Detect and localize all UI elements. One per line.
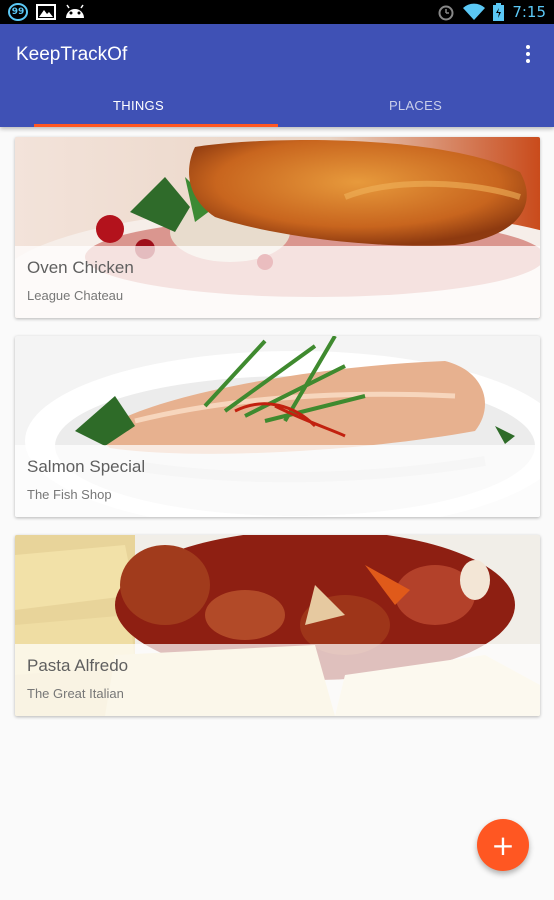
tab-things[interactable]: THINGS bbox=[0, 84, 277, 127]
item-caption: Pasta Alfredo The Great Italian bbox=[15, 644, 540, 716]
tab-places[interactable]: PLACES bbox=[277, 84, 554, 127]
list-item[interactable]: Salmon Special The Fish Shop bbox=[15, 336, 540, 517]
item-name: Pasta Alfredo bbox=[27, 656, 129, 675]
item-caption: Salmon Special The Fish Shop bbox=[15, 445, 540, 517]
battery-icon bbox=[493, 3, 505, 21]
tab-bar: THINGS PLACES bbox=[0, 84, 554, 127]
things-list: Oven Chicken League Chateau Salmon Speci… bbox=[15, 137, 540, 734]
item-name: Oven Chicken bbox=[27, 258, 134, 277]
overflow-menu-icon[interactable] bbox=[516, 40, 540, 68]
list-item[interactable]: Pasta Alfredo The Great Italian bbox=[15, 535, 540, 716]
item-name: Salmon Special bbox=[27, 457, 146, 476]
image-icon bbox=[36, 4, 56, 20]
list-item[interactable]: Oven Chicken League Chateau bbox=[15, 137, 540, 318]
status-bar: 99 7:15 bbox=[0, 0, 554, 24]
add-item-button[interactable]: + bbox=[477, 819, 529, 871]
app-bar: KeepTrackOf THINGS PLACES bbox=[0, 24, 554, 127]
tab-indicator bbox=[34, 124, 278, 127]
app-title: KeepTrackOf bbox=[16, 44, 128, 65]
item-place: League Chateau bbox=[27, 288, 124, 303]
wifi-icon bbox=[463, 3, 486, 20]
notification-badge-icon: 99 bbox=[8, 3, 28, 21]
item-place: The Great Italian bbox=[27, 686, 124, 701]
item-caption: Oven Chicken League Chateau bbox=[15, 246, 540, 318]
android-icon bbox=[66, 4, 84, 18]
alarm-icon bbox=[438, 5, 454, 21]
item-place: The Fish Shop bbox=[27, 487, 112, 502]
clock: 7:15 bbox=[512, 3, 546, 21]
